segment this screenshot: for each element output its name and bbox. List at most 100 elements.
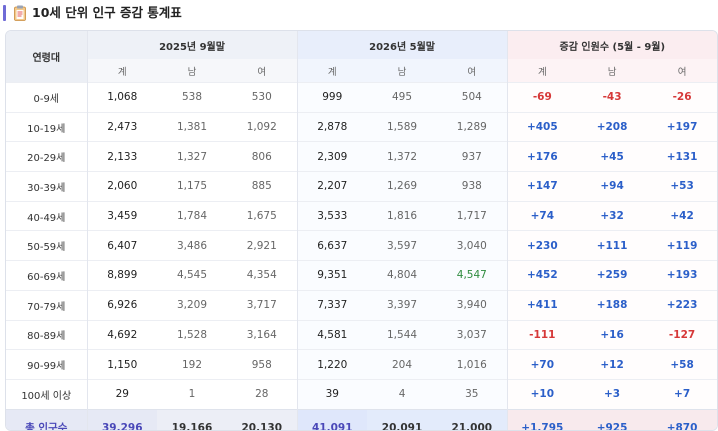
total-value-cell: 41,091: [296, 408, 368, 430]
population-value-cell: 2,921: [227, 230, 298, 261]
population-value-cell: 1,016: [437, 349, 508, 380]
table-row: 100세 이상 29 1 28 39 4 35 +10 +3 +7: [6, 378, 717, 410]
sub-header-cell: 남: [577, 59, 648, 83]
population-value-cell: 495: [367, 82, 438, 113]
table-row: 40-49세 3,459 1,784 1,675 3,533 1,816 1,717 +74 +…: [6, 200, 717, 231]
change-value-cell: +411: [506, 289, 578, 320]
sub-header-cell: 여: [647, 59, 717, 83]
population-value-cell: 1,816: [367, 200, 438, 231]
table-row: 80-89세 4,692 1,528 3,164 4,581 1,544 3,037 -111…: [6, 319, 717, 350]
total-value-cell: 39,296: [86, 408, 157, 430]
change-value-cell: +405: [506, 111, 578, 142]
change-value-cell: +147: [506, 171, 578, 202]
total-row: 총 인구수 39,296 19,166 20,130 41,091 20,091 21,00…: [6, 408, 717, 430]
population-value-cell: 1,220: [296, 349, 368, 380]
population-value-cell: 204: [367, 349, 438, 380]
change-value-cell: +259: [577, 260, 648, 291]
total-value-cell: 20,091: [367, 408, 438, 430]
change-value-cell: -26: [647, 82, 717, 113]
change-value-cell: +32: [577, 200, 648, 231]
change-value-cell: +197: [647, 111, 717, 142]
change-value-cell: +7: [647, 378, 717, 410]
table-row: 20-29세 2,133 1,327 806 2,309 1,372 937 +176 +45 +…: [6, 141, 717, 172]
population-value-cell: 3,717: [227, 289, 298, 320]
total-value-cell: +1,795: [506, 408, 578, 430]
table-row: 50-59세 6,407 3,486 2,921 6,637 3,597 3,040 +230…: [6, 230, 717, 261]
population-value-cell: 2,133: [86, 141, 157, 172]
change-value-cell: +10: [506, 378, 578, 410]
population-value-cell: 999: [296, 82, 368, 113]
sub-header-cell: 남: [367, 59, 438, 83]
change-value-cell: -69: [506, 82, 578, 113]
population-value-cell: 4,804: [367, 260, 438, 291]
population-value-cell: 3,037: [437, 319, 508, 350]
age-group-cell: 80-89세: [6, 319, 87, 350]
population-value-cell: 1,675: [227, 200, 298, 231]
change-value-cell: +223: [647, 289, 717, 320]
population-value-cell: 3,397: [367, 289, 438, 320]
change-value-cell: +131: [647, 141, 717, 172]
age-group-cell: 70-79세: [6, 289, 87, 320]
total-value-cell: +870: [647, 408, 717, 430]
population-value-cell: 937: [437, 141, 508, 172]
population-value-cell: 2,207: [296, 171, 368, 202]
population-value-cell: 806: [227, 141, 298, 172]
table-row: 10-19세 2,473 1,381 1,092 2,878 1,589 1,289 +405…: [6, 111, 717, 142]
sub-header-cell: 계: [506, 59, 578, 83]
change-value-cell: -127: [647, 319, 717, 350]
population-value-cell: 1,327: [157, 141, 227, 172]
stats-table-container: 연령대 2025년 9월말 2026년 5월말 증감 인원수 (5월 - 9월)…: [5, 30, 718, 431]
population-value-cell: 2,473: [86, 111, 157, 142]
population-value-cell: 1,092: [227, 111, 298, 142]
change-value-cell: +16: [577, 319, 648, 350]
age-group-cell: 30-39세: [6, 171, 87, 202]
population-value-cell: 1,150: [86, 349, 157, 380]
table-row: 70-79세 6,926 3,209 3,717 7,337 3,397 3,940 +411…: [6, 289, 717, 320]
population-value-cell: 1,068: [86, 82, 157, 113]
change-value-cell: -43: [577, 82, 648, 113]
population-value-cell: 3,940: [437, 289, 508, 320]
population-value-cell: 6,407: [86, 230, 157, 261]
total-value-cell: 19,166: [157, 408, 227, 430]
population-value-cell: 1,269: [367, 171, 438, 202]
age-group-cell: 10-19세: [6, 111, 87, 142]
total-label: 총 인구수: [6, 408, 87, 430]
population-value-cell: 7,337: [296, 289, 368, 320]
change-value-cell: +58: [647, 349, 717, 380]
population-value-cell: 4,547: [437, 260, 508, 291]
population-value-cell: 1,784: [157, 200, 227, 231]
population-value-cell: 3,459: [86, 200, 157, 231]
age-group-cell: 60-69세: [6, 260, 87, 291]
population-value-cell: 2,309: [296, 141, 368, 172]
sub-header-cell: 계: [296, 59, 368, 83]
table-row: 0-9세 1,068 538 530 999 495 504 -69 -43 -26: [6, 82, 717, 113]
population-value-cell: 1,589: [367, 111, 438, 142]
title-row: 10세 단위 인구 증감 통계표: [0, 0, 718, 28]
population-value-cell: 3,164: [227, 319, 298, 350]
age-group-cell: 40-49세: [6, 200, 87, 231]
change-value-cell: +230: [506, 230, 578, 261]
page-title: 10세 단위 인구 증감 통계표: [32, 5, 182, 20]
total-value-cell: 20,130: [227, 408, 298, 430]
total-value-cell: +925: [577, 408, 648, 430]
group-header-change: 증감 인원수 (5월 - 9월): [506, 31, 717, 59]
population-value-cell: 885: [227, 171, 298, 202]
population-value-cell: 3,040: [437, 230, 508, 261]
population-value-cell: 1,175: [157, 171, 227, 202]
change-value-cell: +119: [647, 230, 717, 261]
change-value-cell: +3: [577, 378, 648, 410]
population-value-cell: 530: [227, 82, 298, 113]
population-value-cell: 8,899: [86, 260, 157, 291]
age-group-cell: 50-59세: [6, 230, 87, 261]
population-value-cell: 1,289: [437, 111, 508, 142]
population-value-cell: 1,381: [157, 111, 227, 142]
population-value-cell: 192: [157, 349, 227, 380]
population-value-cell: 39: [296, 378, 368, 410]
table-row: 30-39세 2,060 1,175 885 2,207 1,269 938 +147 +94 +…: [6, 171, 717, 202]
change-value-cell: +74: [506, 200, 578, 231]
change-value-cell: +193: [647, 260, 717, 291]
population-value-cell: 4,545: [157, 260, 227, 291]
population-value-cell: 2,060: [86, 171, 157, 202]
population-value-cell: 3,533: [296, 200, 368, 231]
population-value-cell: 4,354: [227, 260, 298, 291]
